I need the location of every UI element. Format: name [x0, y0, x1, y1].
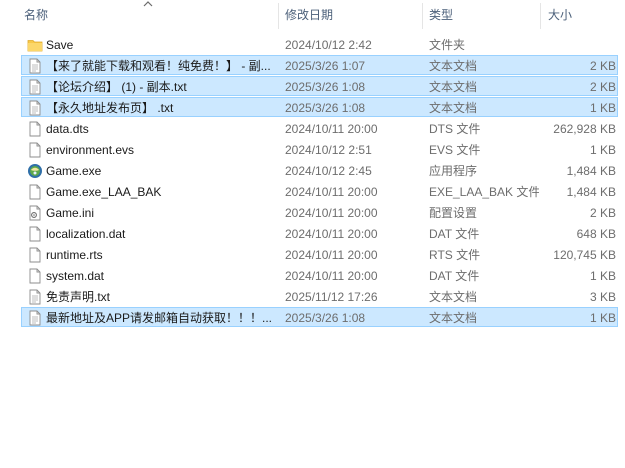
file-icon	[29, 184, 41, 200]
file-name: 【来了就能下载和观看！纯免费！】 - 副...	[46, 59, 271, 73]
file-name: 最新地址及APP请发邮箱自动获取！！！...	[46, 311, 273, 325]
file-icon	[29, 121, 41, 137]
file-name: 【永久地址发布页】 .txt	[46, 101, 174, 115]
column-divider[interactable]	[422, 3, 423, 29]
file-size	[522, 35, 616, 55]
file-row[interactable]: environment.evs 2024/10/12 2:51 EVS 文件 1 KB	[21, 139, 618, 159]
file-modified-date: 2024/10/11 20:00	[285, 206, 378, 220]
column-name[interactable]: 名称	[24, 0, 278, 31]
text-file-icon	[29, 79, 41, 95]
text-file-icon	[29, 289, 41, 305]
file-icon	[29, 268, 41, 284]
game-exe-icon	[28, 164, 42, 178]
file-size: 1 KB	[589, 101, 616, 115]
file-size: 120,745 KB	[553, 248, 616, 262]
file-row[interactable]: 最新地址及APP请发邮箱自动获取！！！... 2025/3/26 1:08 文本文档…	[21, 307, 618, 327]
file-name: Save	[46, 38, 74, 52]
file-row[interactable]: Game.exe 2024/10/12 2:45 应用程序 1,484 KB	[21, 160, 618, 180]
file-size: 1 KB	[589, 269, 616, 283]
file-name: Game.exe	[46, 164, 102, 178]
file-row[interactable]: 【论坛介绍】 (1) - 副本.txt 2025/3/26 1:08 文本文档 2 K…	[21, 76, 618, 96]
file-row[interactable]: runtime.rts 2024/10/11 20:00 RTS 文件 120,745…	[21, 244, 618, 264]
file-row[interactable]: localization.dat 2024/10/11 20:00 DAT 文件 64…	[21, 223, 618, 243]
file-name: runtime.rts	[46, 248, 103, 262]
file-row[interactable]: 【来了就能下载和观看！纯免费！】 - 副... 2025/3/26 1:07 文本文…	[21, 55, 618, 75]
column-date[interactable]: 修改日期	[285, 0, 422, 31]
file-size: 1 KB	[589, 143, 616, 157]
file-name: 免责声明.txt	[46, 290, 111, 304]
file-name: 【论坛介绍】 (1) - 副本.txt	[46, 80, 187, 94]
file-modified-date: 2025/3/26 1:08	[285, 311, 366, 325]
file-name: Game.ini	[46, 206, 95, 220]
file-icon	[29, 226, 41, 242]
column-divider[interactable]	[540, 3, 541, 29]
file-modified-date: 2025/3/26 1:08	[285, 101, 366, 115]
file-row[interactable]: system.dat 2024/10/11 20:00 DAT 文件 1 KB	[21, 265, 618, 285]
text-file-icon	[29, 310, 41, 326]
file-size: 1 KB	[589, 311, 616, 325]
file-row[interactable]: 【永久地址发布页】 .txt 2025/3/26 1:08 文本文档 1 KB	[21, 97, 618, 117]
file-row[interactable]: Game.exe_LAA_BAK 2024/10/11 20:00 EXE_LAA_…	[21, 181, 618, 201]
file-size: 2 KB	[589, 59, 616, 73]
file-size: 1,484 KB	[566, 164, 616, 178]
column-divider[interactable]	[278, 3, 279, 29]
file-icon	[29, 247, 41, 263]
file-modified-date: 2025/3/26 1:08	[285, 80, 366, 94]
file-name: system.dat	[46, 269, 105, 283]
file-modified-date: 2025/11/12 17:26	[285, 290, 378, 304]
column-type[interactable]: 类型	[429, 0, 540, 31]
file-icon	[29, 142, 41, 158]
text-file-icon	[29, 58, 41, 74]
file-modified-date: 2024/10/11 20:00	[285, 248, 378, 262]
file-modified-date: 2024/10/12 2:51	[285, 143, 372, 157]
file-modified-date: 2024/10/11 20:00	[285, 269, 378, 283]
file-size: 262,928 KB	[553, 122, 616, 136]
folder-icon	[27, 40, 43, 52]
file-size: 2 KB	[589, 206, 616, 220]
column-size[interactable]: 大小	[548, 0, 625, 31]
file-modified-date: 2024/10/12 2:42	[285, 38, 372, 52]
file-name: localization.dat	[46, 227, 126, 241]
file-name: Game.exe_LAA_BAK	[46, 185, 162, 199]
file-modified-date: 2024/10/11 20:00	[285, 227, 378, 241]
file-size: 3 KB	[589, 290, 616, 304]
file-modified-date: 2024/10/11 20:00	[285, 185, 378, 199]
file-name: data.dts	[46, 122, 89, 136]
file-row[interactable]: data.dts 2024/10/11 20:00 DTS 文件 262,928 KB	[21, 118, 618, 138]
file-modified-date: 2025/3/26 1:07	[285, 59, 366, 73]
file-modified-date: 2024/10/11 20:00	[285, 122, 378, 136]
file-row[interactable]: Save 2024/10/12 2:42 文件夹	[21, 34, 618, 54]
file-size: 2 KB	[589, 80, 616, 94]
file-row[interactable]: Game.ini 2024/10/11 20:00 配置设置 2 KB	[21, 202, 618, 222]
settings-file-icon	[29, 205, 41, 221]
file-modified-date: 2024/10/12 2:45	[285, 164, 372, 178]
file-row[interactable]: 免责声明.txt 2025/11/12 17:26 文本文档 3 KB	[21, 286, 618, 306]
file-size: 648 KB	[576, 227, 616, 241]
text-file-icon	[29, 100, 41, 116]
file-size: 1,484 KB	[566, 185, 616, 199]
column-header: 名称 修改日期 类型 大小	[0, 0, 625, 31]
file-name: environment.evs	[46, 143, 135, 157]
